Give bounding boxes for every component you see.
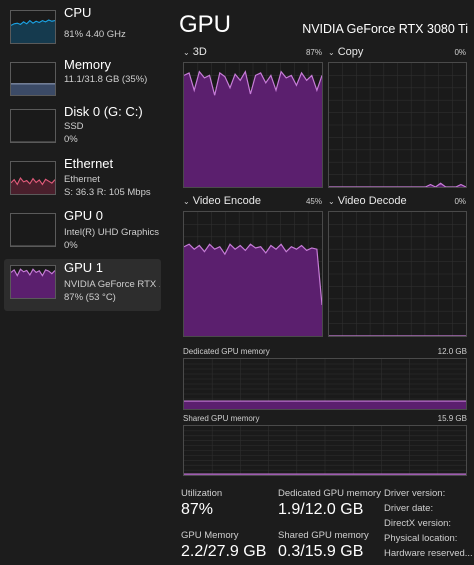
graph-svg: [329, 212, 466, 336]
graph-grid: [329, 212, 466, 336]
graph-svg: [184, 212, 322, 336]
sidebar-item-detail: Intel(R) UHD Graphics ...: [64, 227, 160, 238]
thumb-svg: [11, 141, 55, 142]
chevron-down-icon: ⌄: [328, 197, 335, 206]
ethernet-thumbnail-graph: [10, 161, 56, 195]
gpu-memory-value: 2.2/27.9 GB: [181, 543, 267, 560]
usage-area: [184, 401, 466, 409]
shared-memory-stat-value: 0.3/15.9 GB: [278, 543, 364, 560]
thumb-svg: [11, 268, 55, 298]
graph-3d: [183, 62, 323, 188]
sidebar-item-detail: 0%: [64, 134, 78, 145]
sidebar-item-title: GPU 1: [64, 260, 104, 275]
utilization-label: Utilization: [181, 488, 223, 499]
gpu-model-name: NVIDIA GeForce RTX 3080 Ti: [302, 22, 468, 36]
dedicated-memory-label: Dedicated GPU memory: [183, 347, 270, 356]
chevron-down-icon: ⌄: [183, 197, 190, 206]
chevron-down-icon: ⌄: [328, 48, 335, 57]
graph-grid: [184, 426, 466, 475]
directx-version-label: DirectX version:: [384, 518, 452, 529]
usage-area: [11, 269, 55, 298]
disk-thumbnail-graph: [10, 109, 56, 143]
sidebar-item-memory[interactable]: Memory 11.1/31.8 GB (35%): [4, 56, 161, 108]
chevron-down-icon: ⌄: [183, 48, 190, 57]
graph-copy: [328, 62, 467, 188]
sidebar-item-detail: NVIDIA GeForce RTX ...: [64, 279, 160, 290]
sidebar-item-gpu0[interactable]: GPU 0 Intel(R) UHD Graphics ... 0%: [4, 207, 161, 259]
sidebar-item-detail: S: 36.3 R: 105 Mbps: [64, 187, 151, 198]
sidebar-item-title: CPU: [64, 5, 92, 20]
sidebar-item-detail: 11.1/31.8 GB (35%): [64, 74, 148, 85]
graph-svg: [184, 426, 466, 475]
sidebar-item-title: GPU 0: [64, 208, 104, 223]
panel-label: Video Decode: [337, 195, 407, 207]
graph-video-encode: [183, 211, 323, 337]
hardware-reserved-label: Hardware reserved...: [384, 548, 473, 559]
sidebar-item-detail: 87% (53 °C): [64, 292, 116, 303]
panel-label: 3D: [192, 46, 207, 58]
gpu-memory-label: GPU Memory: [181, 530, 239, 541]
panel-video-decode-selector[interactable]: ⌄ Video Decode: [328, 195, 407, 207]
sidebar-item-detail: Ethernet: [64, 174, 100, 185]
graph-grid: [329, 63, 466, 187]
usage-area: [184, 244, 322, 336]
usage-area: [11, 83, 55, 95]
thumb-svg: [11, 245, 55, 246]
dedicated-memory-max: 12.0 GB: [437, 347, 467, 356]
sidebar-item-gpu1[interactable]: GPU 1 NVIDIA GeForce RTX ... 87% (53 °C): [4, 259, 161, 311]
sidebar-item-detail: SSD: [64, 121, 84, 132]
graph-svg: [329, 63, 466, 187]
thumb-svg: [11, 83, 55, 95]
panel-3d-selector[interactable]: ⌄ 3D: [183, 46, 207, 58]
thumb-svg: [11, 19, 55, 43]
gpu0-thumbnail-graph: [10, 213, 56, 247]
panel-percent: 0%: [454, 197, 466, 206]
graph-svg: [184, 359, 466, 409]
dedicated-memory-stat-label: Dedicated GPU memory: [278, 488, 381, 499]
sidebar-item-title: Memory: [64, 57, 111, 72]
dedicated-memory-stat-value: 1.9/12.0 GB: [278, 501, 364, 518]
panel-percent: 0%: [454, 48, 466, 57]
thumb-svg: [11, 176, 55, 194]
panel-copy-selector[interactable]: ⌄ Copy: [328, 46, 363, 58]
panel-label: Copy: [337, 46, 364, 58]
shared-memory-max: 15.9 GB: [437, 414, 467, 423]
sidebar-item-disk[interactable]: Disk 0 (G: C:) SSD 0%: [4, 103, 161, 155]
sidebar-item-cpu[interactable]: CPU 81% 4.40 GHz: [4, 4, 161, 56]
usage-area: [184, 71, 322, 187]
graph-dedicated-memory: [183, 358, 467, 410]
shared-memory-stat-label: Shared GPU memory: [278, 530, 369, 541]
physical-location-label: Physical location:: [384, 533, 458, 544]
memory-thumbnail-graph: [10, 62, 56, 96]
panel-percent: 87%: [305, 48, 322, 57]
sidebar-item-detail: 81% 4.40 GHz: [64, 29, 126, 40]
driver-version-label: Driver version:: [384, 488, 446, 499]
panel-video-encode-selector[interactable]: ⌄ Video Encode: [183, 195, 261, 207]
gpu-detail-pane: GPU NVIDIA GeForce RTX 3080 Ti ⌄ 3D 87% ⌄…: [168, 0, 474, 565]
driver-date-label: Driver date:: [384, 503, 434, 514]
sidebar-item-title: Disk 0 (G: C:): [64, 104, 143, 119]
graph-svg: [184, 63, 322, 187]
panel-percent: 45%: [305, 197, 322, 206]
graph-shared-memory: [183, 425, 467, 476]
cpu-thumbnail-graph: [10, 10, 56, 44]
panel-label: Video Encode: [192, 195, 262, 207]
utilization-value: 87%: [181, 501, 214, 518]
sidebar-item-detail: 0%: [64, 240, 78, 251]
gpu1-thumbnail-graph: [10, 265, 56, 299]
graph-video-decode: [328, 211, 467, 337]
sidebar-item-title: Ethernet: [64, 156, 114, 171]
sidebar: CPU 81% 4.40 GHz Memory 11.1/31.8 GB (35…: [0, 0, 168, 565]
sidebar-item-ethernet[interactable]: Ethernet Ethernet S: 36.3 R: 105 Mbps: [4, 155, 161, 207]
page-title: GPU: [179, 11, 232, 38]
shared-memory-label: Shared GPU memory: [183, 414, 260, 423]
